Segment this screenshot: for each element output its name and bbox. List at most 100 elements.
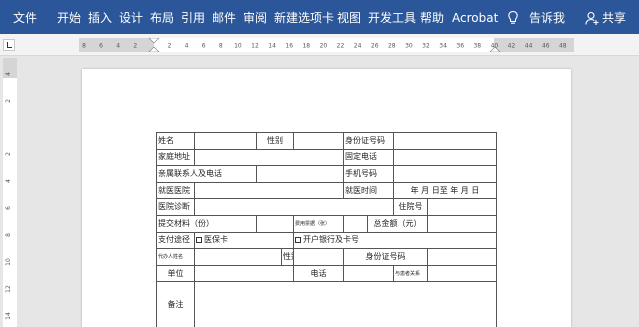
agent-name-label: 代办人姓名 — [156, 248, 195, 266]
relative-contact-label: 亲属联系人及电话 — [156, 165, 257, 183]
id-number-value-cell[interactable] — [393, 132, 497, 150]
relation-value-cell[interactable] — [427, 264, 497, 283]
ribbon-tab-bar: 文件 开始 插入 设计 布局 引用 邮件 审阅 新建选项卡 视图 开发工具 帮助… — [0, 0, 639, 34]
agent-name-value-cell[interactable] — [194, 248, 282, 266]
ruler-tick-label: 12 — [251, 43, 259, 50]
landline-value-cell[interactable] — [393, 148, 497, 167]
agent-id-label: 身份证号码 — [343, 248, 428, 266]
horizontal-ruler[interactable]: 8 6 4 2 2 4 6 8 10 12 14 16 18 20 22 24 26 28 30 32 34 36 38 40… — [79, 38, 574, 52]
ruler-tick-label: 6 — [99, 43, 103, 50]
share-button[interactable]: 共享 — [602, 11, 626, 25]
lightbulb-icon[interactable] — [507, 10, 519, 26]
payment-method-label: 支付途径 — [156, 231, 195, 250]
ruler-tick-label: 30 — [405, 43, 413, 50]
ruler-tick-label: 28 — [388, 43, 396, 50]
visit-date-range[interactable]: 年 月 日至 年 月 日 — [393, 181, 497, 200]
vertical-ruler-tick-label: 4 — [5, 72, 12, 76]
ruler-tick-label: 42 — [508, 43, 516, 50]
form-row: 家庭地址 固定电话 — [156, 148, 497, 167]
name-label: 姓名 — [156, 132, 195, 150]
address-label: 家庭地址 — [156, 148, 195, 167]
unit-value-cell[interactable] — [194, 264, 294, 283]
ruler-tick-label: 10 — [234, 43, 242, 50]
vertical-ruler-tick-label: 10 — [5, 258, 12, 266]
ruler-tick-label: 38 — [473, 43, 481, 50]
medical-card-checkbox[interactable] — [196, 236, 202, 243]
ruler-tick-label: 48 — [559, 43, 567, 50]
ruler-tick-label: 4 — [185, 43, 189, 50]
ruler-tick-label: 18 — [302, 43, 310, 50]
ruler-tick-label: 22 — [337, 43, 345, 50]
hanging-indent-marker — [148, 46, 160, 52]
name-value-cell[interactable] — [194, 132, 257, 150]
agent-id-value-cell[interactable] — [427, 248, 497, 266]
receipts-label: 费用票据（张） — [293, 214, 344, 233]
ruler-tick-label: 8 — [219, 43, 223, 50]
tab-help[interactable]: 帮助 — [420, 11, 444, 25]
inpatient-number-value-cell[interactable] — [427, 198, 497, 216]
ruler-tick-label: 14 — [268, 43, 276, 50]
medical-card-option[interactable]: 医保卡 — [194, 231, 294, 250]
vertical-ruler-tick-label: 8 — [5, 233, 12, 237]
medical-card-label: 医保卡 — [204, 235, 228, 245]
ruler-tick-label: 26 — [371, 43, 379, 50]
tab-view[interactable]: 视图 — [337, 11, 361, 25]
gender-value-cell[interactable] — [293, 132, 344, 150]
diagnosis-value-cell[interactable] — [194, 198, 394, 216]
bank-account-checkbox[interactable] — [295, 236, 301, 243]
tab-layout[interactable]: 布局 — [150, 11, 174, 25]
receipts-value-cell[interactable] — [343, 214, 368, 233]
vertical-ruler-tick-label: 2 — [5, 152, 12, 156]
tab-file[interactable]: 文件 — [13, 11, 37, 25]
ruler-tick-label: 6 — [202, 43, 206, 50]
hospital-label: 就医医院 — [156, 181, 195, 200]
hospital-value-cell[interactable] — [194, 181, 344, 200]
unit-label: 单位 — [156, 264, 195, 283]
ruler-tick-label: 32 — [422, 43, 430, 50]
total-amount-value-cell[interactable] — [427, 214, 497, 233]
tab-stop-selector-icon[interactable] — [3, 39, 15, 51]
tab-acrobat[interactable]: Acrobat — [452, 11, 498, 25]
ruler-tick-label: 46 — [542, 43, 550, 50]
materials-value-cell[interactable] — [256, 214, 294, 233]
inpatient-number-label: 住院号 — [393, 198, 428, 216]
remark-value-cell[interactable] — [194, 281, 497, 327]
reimbursement-form-table: 姓名 性别 身份证号码 家庭地址 固定电话 亲属联系人及电话 手机号码 就医医院… — [156, 132, 497, 327]
agent-phone-label: 电话 — [293, 264, 344, 283]
relative-contact-value-cell[interactable] — [256, 165, 344, 183]
tab-home[interactable]: 开始 — [57, 11, 81, 25]
bank-account-label: 开户银行及卡号 — [303, 235, 359, 245]
vertical-ruler-tick-label: 2 — [5, 99, 12, 103]
horizontal-ruler-bar: 8 6 4 2 2 4 6 8 10 12 14 16 18 20 22 24 26 28 30 32 34 36 38 40… — [0, 34, 639, 56]
ruler-tick-label: 44 — [525, 43, 533, 50]
form-row: 支付途径 医保卡 开户银行及卡号 — [156, 231, 497, 250]
tell-me-search[interactable]: 告诉我 — [529, 11, 565, 25]
ruler-tick-label: 24 — [354, 43, 362, 50]
relation-label: 与患者关系 — [393, 264, 428, 283]
document-page[interactable]: 姓名 性别 身份证号码 家庭地址 固定电话 亲属联系人及电话 手机号码 就医医院… — [82, 69, 571, 327]
tab-design[interactable]: 设计 — [119, 11, 143, 25]
ruler-tick-label: 36 — [456, 43, 464, 50]
vertical-ruler-tick-label: 6 — [5, 206, 12, 210]
tab-review[interactable]: 审阅 — [243, 11, 267, 25]
gender-label: 性别 — [256, 132, 294, 150]
bank-account-option[interactable]: 开户银行及卡号 — [293, 231, 497, 250]
vertical-ruler[interactable]: 4 2 2 4 6 8 10 12 14 — [3, 58, 17, 327]
form-row: 亲属联系人及电话 手机号码 — [156, 165, 497, 183]
tab-mailings[interactable]: 邮件 — [212, 11, 236, 25]
word-window: 文件 开始 插入 设计 布局 引用 邮件 审阅 新建选项卡 视图 开发工具 帮助… — [0, 0, 639, 327]
ruler-ticks: 8 6 4 2 2 4 6 8 10 12 14 16 18 20 22 24 26 28 30 32 34 36 38 40… — [82, 38, 567, 52]
mobile-value-cell[interactable] — [393, 165, 497, 183]
form-row: 代办人姓名 性别 身份证号码 — [156, 248, 497, 266]
form-row: 姓名 性别 身份证号码 — [156, 132, 497, 150]
tab-references[interactable]: 引用 — [181, 11, 205, 25]
agent-phone-value-cell[interactable] — [343, 264, 394, 283]
share-person-icon[interactable] — [585, 11, 599, 26]
diagnosis-label: 医院诊断 — [156, 198, 195, 216]
tab-insert[interactable]: 插入 — [88, 11, 112, 25]
agent-gender-value-cell[interactable] — [293, 248, 344, 266]
tab-developer[interactable]: 开发工具 — [368, 11, 416, 25]
id-number-label: 身份证号码 — [343, 132, 394, 150]
tab-new-tab[interactable]: 新建选项卡 — [274, 11, 334, 25]
address-value-cell[interactable] — [194, 148, 344, 167]
